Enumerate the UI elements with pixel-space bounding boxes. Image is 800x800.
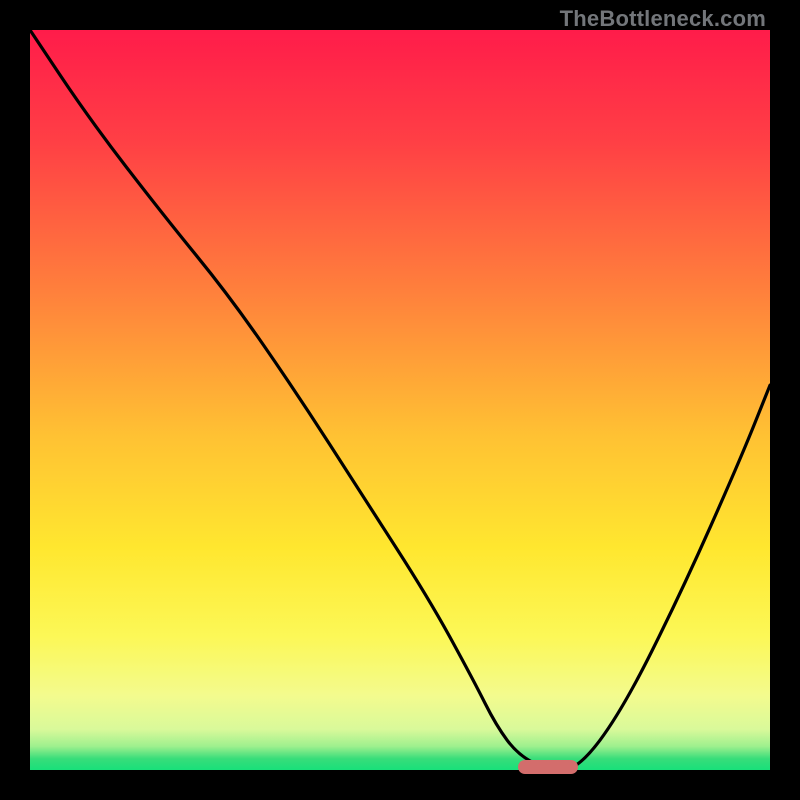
watermark-text: TheBottleneck.com bbox=[560, 6, 766, 32]
plot-frame bbox=[30, 30, 770, 770]
optimal-range-marker bbox=[518, 760, 577, 774]
gradient-background bbox=[30, 30, 770, 770]
